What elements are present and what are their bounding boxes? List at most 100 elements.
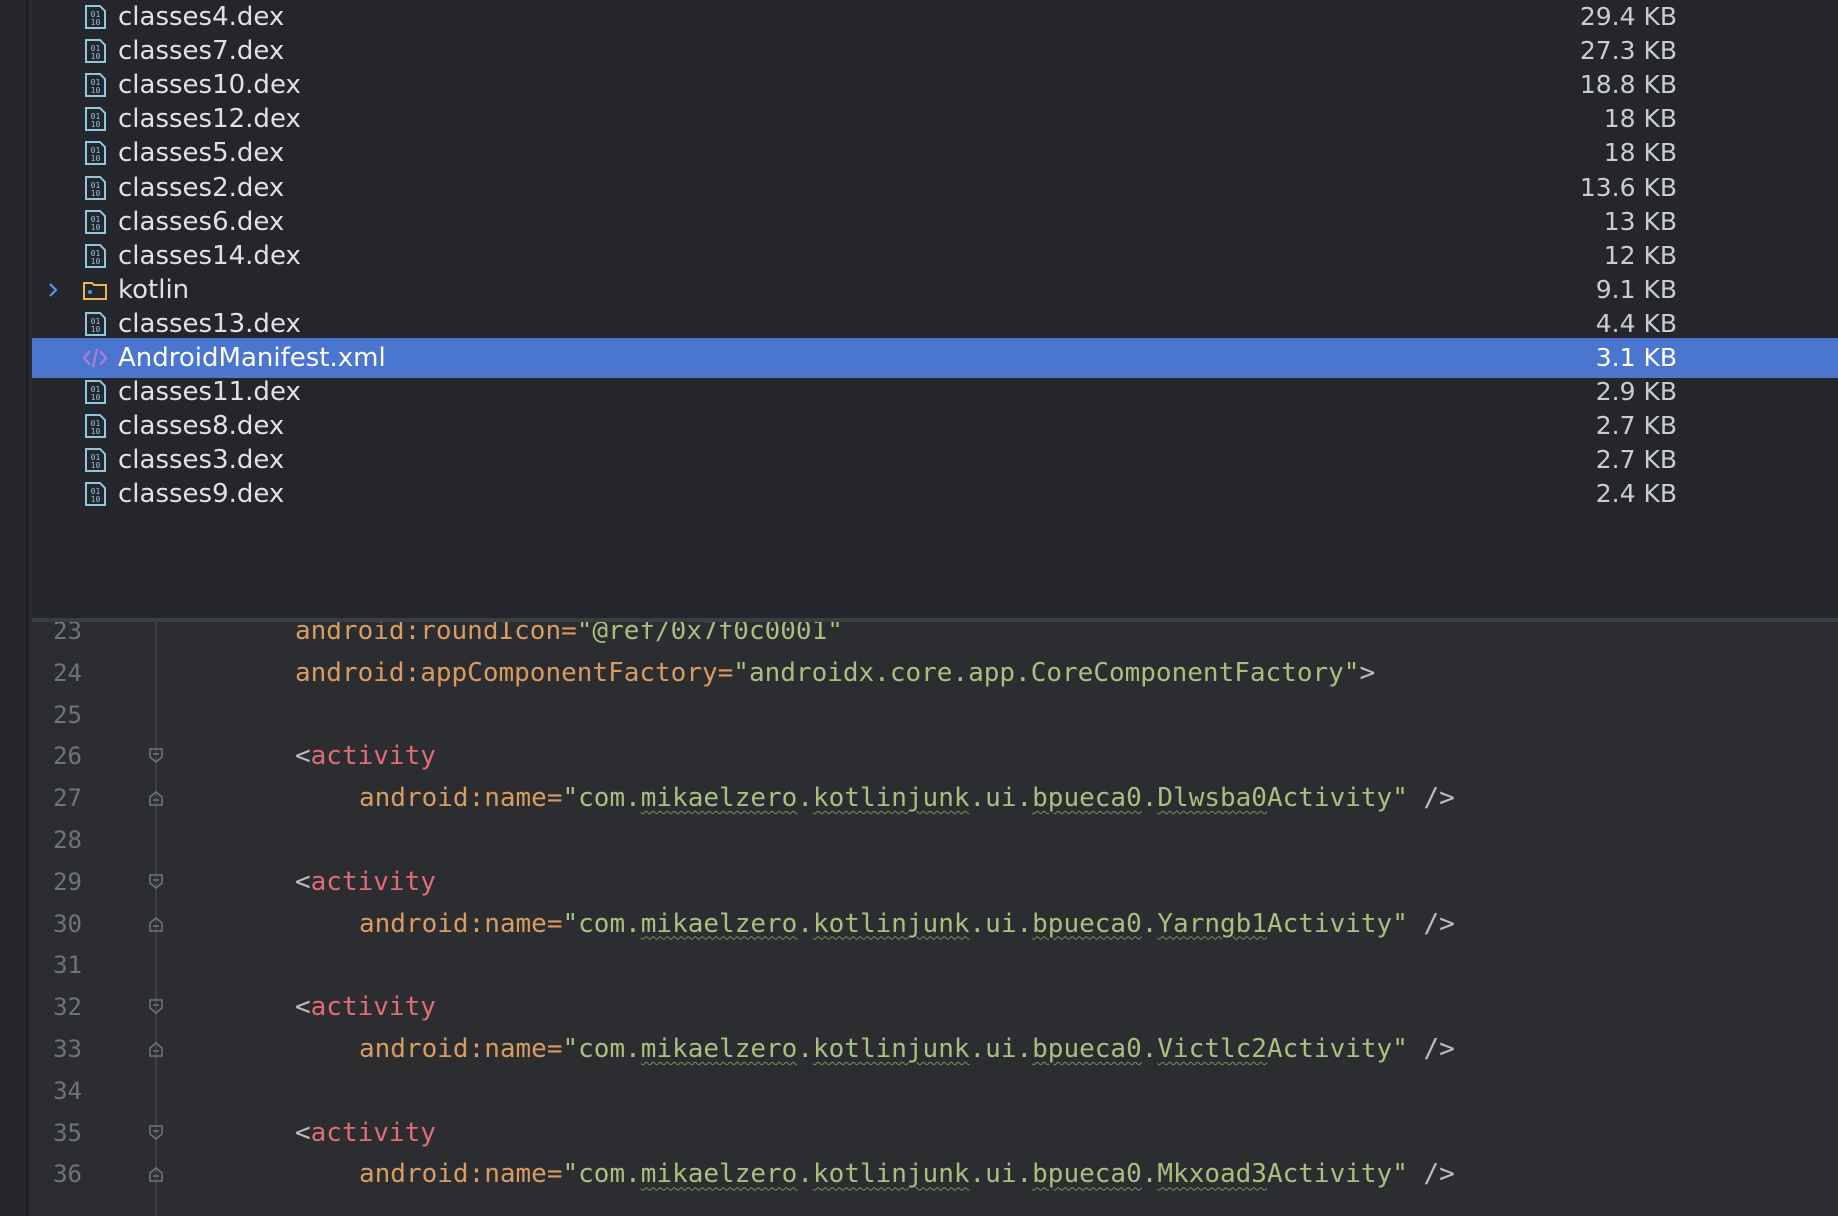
code-text: <activity	[295, 1112, 436, 1154]
fold-close-icon[interactable]	[147, 789, 165, 807]
attribute-value-segment: .	[797, 1159, 813, 1190]
attribute-value-segment: Victlc2	[1157, 1034, 1267, 1064]
code-line[interactable]: 30 android:name="com.mikaelzero.kotlinjun…	[32, 903, 1838, 945]
tag-close: />	[1407, 783, 1455, 814]
code-editor[interactable]: 23 android:roundIcon="@ref/0x7f0c0001" 24 a…	[32, 622, 1838, 1216]
code-line[interactable]: 31	[32, 944, 1838, 986]
code-line[interactable]: 25	[32, 694, 1838, 736]
code-text: <activity	[295, 861, 436, 903]
tag-close: >	[1359, 657, 1376, 688]
line-number: 24	[53, 658, 82, 687]
svg-text:10: 10	[91, 325, 101, 334]
attribute-name: android:roundIcon=	[295, 622, 577, 646]
attribute-name: android:name=	[359, 1159, 563, 1190]
attribute-value-segment: Activity"	[1266, 783, 1408, 814]
dex-file-icon: 01 10	[82, 243, 108, 269]
svg-text:10: 10	[91, 189, 101, 198]
code-line[interactable]: 26 <activity	[32, 735, 1838, 777]
attribute-value-segment: .	[1141, 1159, 1158, 1190]
line-number: 36	[53, 1160, 82, 1189]
fold-open-icon[interactable]	[147, 873, 165, 891]
code-text: android:appComponentFactory="androidx.co…	[295, 652, 1375, 694]
attribute-value-segment: .	[797, 908, 813, 939]
code-line[interactable]: 32 <activity	[32, 986, 1838, 1028]
svg-text:10: 10	[91, 393, 101, 402]
attribute-value-segment: .ui.	[969, 783, 1033, 814]
attribute-name: android:name=	[359, 908, 563, 939]
line-number: 31	[53, 951, 82, 980]
file-tree-row[interactable]: 01 10 classes9.dex 2.4 KB	[32, 474, 1838, 514]
attribute-value-segment: Activity"	[1266, 1159, 1408, 1190]
code-line[interactable]: 33 android:name="com.mikaelzero.kotlinjun…	[32, 1028, 1838, 1070]
fold-open-icon[interactable]	[147, 998, 165, 1016]
svg-text:10: 10	[91, 427, 101, 436]
dex-file-icon: 01 10	[82, 209, 108, 235]
attribute-value-segment: mikaelzero	[640, 1034, 798, 1064]
attribute-value-segment: Mkxoad3	[1157, 1159, 1267, 1190]
fold-open-icon[interactable]	[147, 747, 165, 765]
line-number: 33	[53, 1035, 82, 1063]
attribute-value-segment: .ui.	[969, 1159, 1033, 1190]
line-number: 29	[53, 867, 82, 896]
code-line[interactable]: 34	[32, 1070, 1838, 1112]
attribute-value: "@ref/0x7f0c0001"	[576, 622, 843, 646]
dex-file-icon: 01 10	[82, 72, 108, 98]
svg-text:10: 10	[91, 154, 101, 163]
tag-name: activity	[310, 741, 436, 772]
svg-text:10: 10	[91, 86, 101, 95]
apk-analyzer-window: 01 10 classes4.dex 29.4 KB 01 10 classes7.dex 2…	[0, 0, 1838, 1216]
attribute-value: "com.	[562, 1159, 641, 1190]
fold-close-icon[interactable]	[147, 1165, 165, 1183]
tag-close: />	[1407, 908, 1455, 939]
attribute-value: "com.	[562, 783, 641, 814]
attribute-value-segment: Activity"	[1266, 908, 1408, 939]
code-text: android:roundIcon="@ref/0x7f0c0001"	[295, 622, 843, 652]
attribute-value-segment: bpueca0	[1032, 1159, 1142, 1190]
fold-close-icon[interactable]	[147, 915, 165, 933]
attribute-value-segment: Dlwsba0	[1157, 783, 1267, 814]
svg-text:10: 10	[91, 257, 101, 266]
tag-name: activity	[310, 866, 436, 897]
tag-bracket: <	[295, 992, 311, 1023]
code-line[interactable]: 36 android:name="com.mikaelzero.kotlinjun…	[32, 1153, 1838, 1195]
svg-text:10: 10	[91, 18, 101, 27]
attribute-value-segment: .	[1141, 783, 1158, 814]
attribute-value-segment: bpueca0	[1032, 1034, 1142, 1064]
dex-file-icon: 01 10	[82, 4, 108, 30]
code-line[interactable]: 28	[32, 819, 1838, 861]
attribute-value-segment: .	[1141, 908, 1158, 939]
code-text: android:name="com.mikaelzero.kotlinjunk.…	[359, 777, 1455, 819]
attribute-value: "androidx.core.app.CoreComponentFactory"	[733, 657, 1360, 688]
dex-file-icon: 01 10	[82, 447, 108, 473]
line-number: 27	[53, 784, 82, 813]
svg-text:10: 10	[91, 461, 101, 470]
tag-close: />	[1407, 1034, 1455, 1064]
fold-close-icon[interactable]	[147, 1040, 165, 1058]
line-number: 35	[53, 1118, 82, 1147]
code-text: <activity	[295, 735, 436, 777]
code-line[interactable]: 35 <activity	[32, 1112, 1838, 1154]
attribute-value-segment: bpueca0	[1032, 908, 1142, 939]
code-line[interactable]: 27 android:name="com.mikaelzero.kotlinjun…	[32, 777, 1838, 819]
dex-file-icon: 01 10	[82, 140, 108, 166]
code-line[interactable]: 24 android:appComponentFactory="androidx.…	[32, 652, 1838, 694]
line-number: 23	[53, 622, 82, 645]
code-text: android:name="com.mikaelzero.kotlinjunk.…	[359, 1153, 1455, 1195]
dex-file-icon: 01 10	[82, 379, 108, 405]
chevron-right-icon[interactable]	[44, 281, 62, 299]
tag-name: activity	[310, 1117, 436, 1148]
dex-file-icon: 01 10	[82, 175, 108, 201]
attribute-value-segment: kotlinjunk	[812, 1159, 970, 1190]
code-text: android:name="com.mikaelzero.kotlinjunk.…	[359, 1028, 1455, 1070]
attribute-value-segment: mikaelzero	[640, 908, 798, 939]
dex-file-icon: 01 10	[82, 38, 108, 64]
code-text: android:name="com.mikaelzero.kotlinjunk.…	[359, 903, 1455, 945]
code-line[interactable]: 23 android:roundIcon="@ref/0x7f0c0001"	[32, 622, 1838, 652]
fold-open-icon[interactable]	[147, 1124, 165, 1142]
dex-file-icon: 01 10	[82, 106, 108, 132]
line-number: 30	[53, 909, 82, 938]
file-name: classes9.dex	[118, 479, 285, 510]
attribute-name: android:name=	[359, 1034, 563, 1064]
attribute-value-segment: mikaelzero	[640, 1159, 798, 1190]
code-line[interactable]: 29 <activity	[32, 861, 1838, 903]
